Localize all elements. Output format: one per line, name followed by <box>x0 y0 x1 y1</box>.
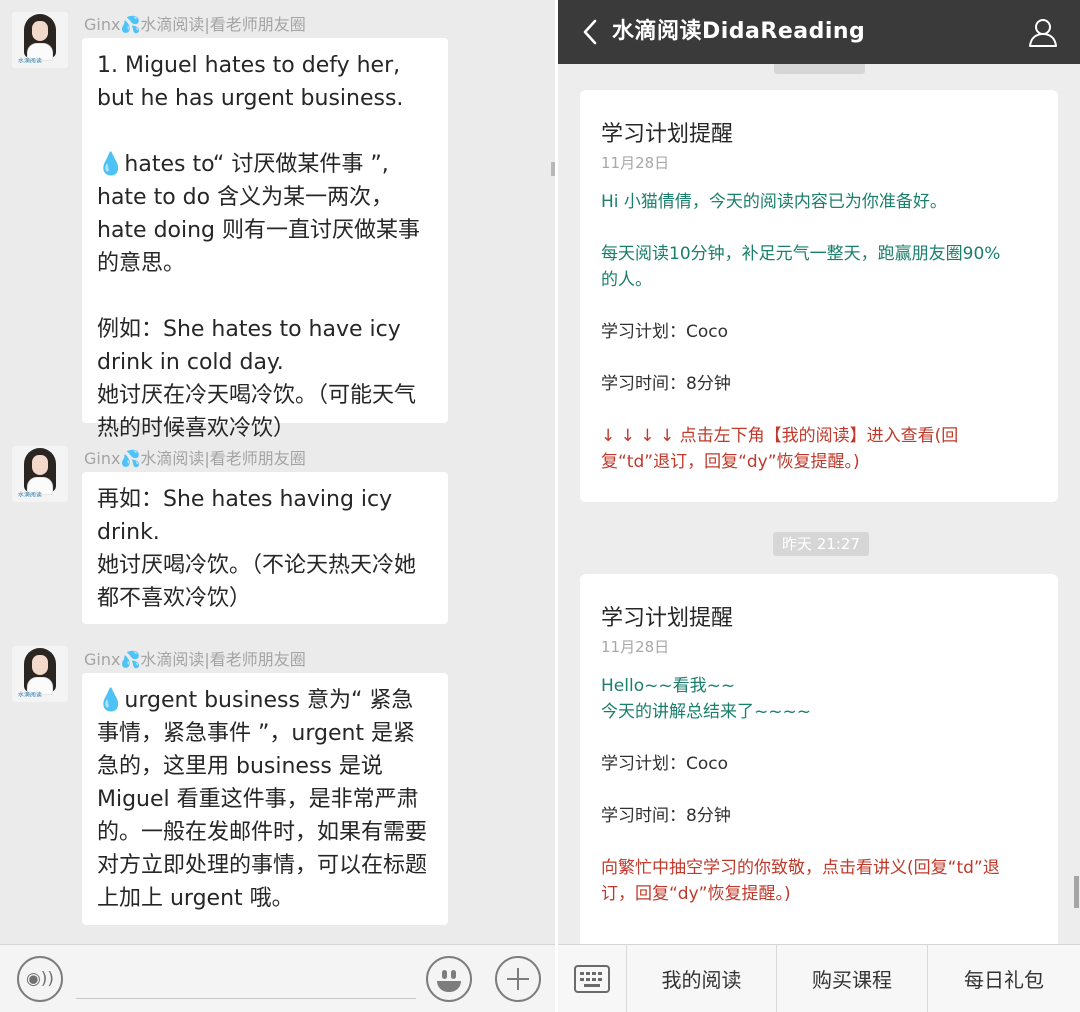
water-drop-icon: 💦 <box>120 650 141 669</box>
menu-daily-gift[interactable]: 每日礼包 <box>928 945 1080 1012</box>
keyboard-icon[interactable] <box>558 945 627 1012</box>
emoji-icon[interactable] <box>426 956 472 1002</box>
card-text: 学习时间：8分钟 <box>601 806 731 826</box>
menu-my-reading[interactable]: 我的阅读 <box>627 945 777 1012</box>
card-text: 每天阅读10分钟，补足元气一整天，跑赢朋友圈90% 的人。 <box>601 244 1001 290</box>
chat-input-bar: ◉)) <box>0 944 555 1012</box>
reminder-card[interactable]: 学习计划提醒 11月28日 Hello~~看我~~ 今天的讲解总结来了~~~~ … <box>580 574 1058 964</box>
chevron-left-icon[interactable] <box>576 17 606 47</box>
message-text: 例如：She hates to have icy drink in cold d… <box>97 317 417 441</box>
timestamp: 昨天 21:27 <box>773 532 869 556</box>
card-text: 学习时间：8分钟 <box>601 374 731 394</box>
plus-icon[interactable] <box>495 956 541 1002</box>
avatar-tag: 水滴阅读 <box>18 491 42 499</box>
card-text: 向繁忙中抽空学习的你致敬，点击看讲义(回复“td”退 订，回复“dy”恢复提醒。… <box>601 858 1000 904</box>
right-chat-pane: 水滴阅读DidaReading 学习计划提醒 11月28日 Hi 小猫倩倩，今天… <box>558 0 1080 1012</box>
card-text: Hello~~看我~~ 今天的讲解总结来了~~~~ <box>601 676 811 722</box>
chat-header: 水滴阅读DidaReading <box>558 0 1080 64</box>
teacher-avatar[interactable]: 水滴阅读 <box>12 12 68 68</box>
official-account-menu: 我的阅读 购买课程 每日礼包 <box>558 944 1080 1012</box>
water-drop-icon: 💧 <box>97 152 125 177</box>
card-text: Hi 小猫倩倩，今天的阅读内容已为你准备好。 <box>601 192 947 212</box>
avatar-tag: 水滴阅读 <box>18 691 42 699</box>
reminder-card[interactable]: 学习计划提醒 11月28日 Hi 小猫倩倩，今天的阅读内容已为你准备好。 每天阅… <box>580 90 1058 502</box>
message-text: 再如：She hates having icy drink. 她讨厌喝冷饮。（不… <box>97 487 417 611</box>
chat-title: 水滴阅读DidaReading <box>612 19 866 44</box>
card-text: 学习计划：Coco <box>601 322 729 342</box>
teacher-avatar[interactable]: 水滴阅读 <box>12 446 68 502</box>
card-date: 11月28日 <box>601 638 670 656</box>
message-text: hates to“ 讨厌做某件事 ”, hate to do 含义为某一两次，h… <box>97 152 421 276</box>
water-drop-icon: 💦 <box>120 15 141 34</box>
user-icon[interactable] <box>1026 16 1060 50</box>
avatar-tag: 水滴阅读 <box>18 57 42 65</box>
sender-name: Ginx💦水滴阅读|看老师朋友圈 <box>84 15 306 34</box>
menu-buy-course[interactable]: 购买课程 <box>777 945 928 1012</box>
message-text: urgent business 意为“ 紧急事情，紧急事件 ”，urgent 是… <box>97 688 428 911</box>
message-bubble[interactable]: 💧urgent business 意为“ 紧急事情，紧急事件 ”，urgent … <box>82 673 448 925</box>
water-drop-icon: 💧 <box>97 688 125 713</box>
scrollbar-thumb[interactable] <box>551 162 555 176</box>
message-bubble[interactable]: 1. Miguel hates to defy her, but he has … <box>82 38 448 441</box>
voice-icon[interactable]: ◉)) <box>17 956 63 1002</box>
water-drop-icon: 💦 <box>120 449 141 468</box>
card-text: 学习计划：Coco <box>601 754 729 774</box>
sender-name: Ginx💦水滴阅读|看老师朋友圈 <box>84 650 306 669</box>
teacher-avatar[interactable]: 水滴阅读 <box>12 646 68 702</box>
left-chat-pane: 水滴阅读 Ginx💦水滴阅读|看老师朋友圈 1. Miguel hates to… <box>0 0 555 1012</box>
message-text: 1. Miguel hates to defy her, but he has … <box>97 53 408 111</box>
sender-name: Ginx💦水滴阅读|看老师朋友圈 <box>84 449 306 468</box>
message-input-field[interactable] <box>76 998 416 999</box>
card-date: 11月28日 <box>601 154 670 172</box>
card-text: ↓ ↓ ↓ ↓ 点击左下角【我的阅读】进入查看(回 复“td”退订，回复“dy”… <box>601 426 959 472</box>
message-bubble[interactable]: 再如：She hates having icy drink. 她讨厌喝冷饮。（不… <box>82 472 448 624</box>
card-title: 学习计划提醒 <box>601 606 734 631</box>
card-title: 学习计划提醒 <box>601 122 734 147</box>
scrollbar-thumb[interactable] <box>1074 876 1079 908</box>
